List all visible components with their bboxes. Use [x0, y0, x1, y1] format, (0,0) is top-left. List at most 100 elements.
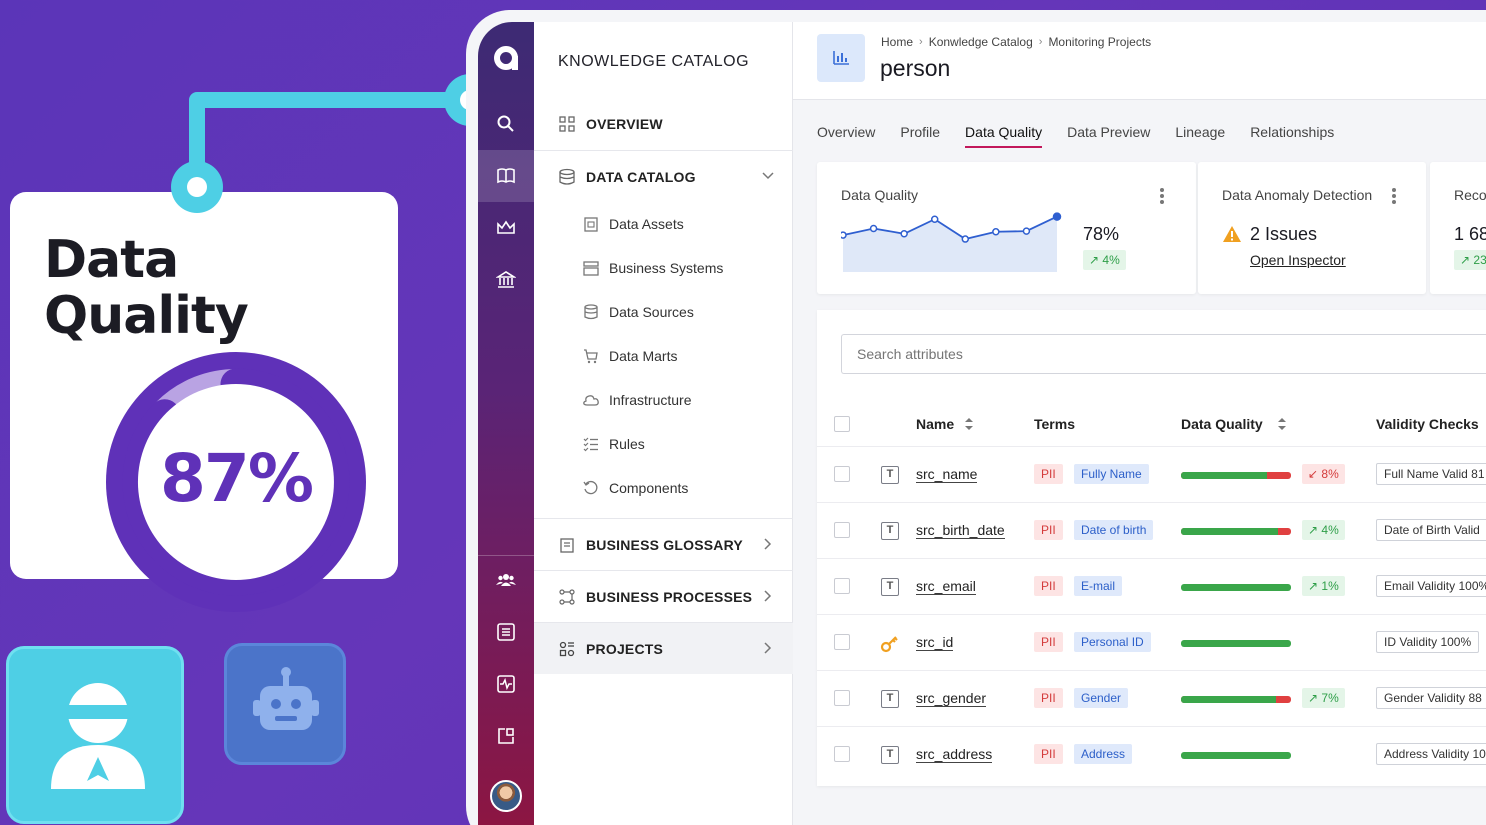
chevron-right-icon: › — [1038, 36, 1043, 48]
cloud-icon — [583, 395, 599, 406]
rail-bank[interactable] — [478, 254, 534, 306]
nav-data-catalog[interactable]: DATA CATALOG — [534, 150, 793, 202]
pii-tag[interactable]: PII — [1034, 744, 1063, 764]
table-row[interactable]: Tsrc_birth_date PII Date of birth ↗ 4% Date … — [817, 502, 1486, 558]
attribute-name-link[interactable]: src_birth_date — [916, 522, 1005, 539]
term-tag[interactable]: Gender — [1074, 688, 1129, 708]
term-tag[interactable]: E-mail — [1074, 576, 1123, 596]
avatar[interactable] — [490, 780, 522, 812]
rail-knowledge-catalog[interactable] — [478, 150, 534, 202]
select-all-checkbox[interactable] — [834, 416, 850, 432]
pii-tag[interactable]: PII — [1034, 632, 1063, 652]
nav-sub-data-sources[interactable]: Data Sources — [582, 298, 694, 326]
nav-sub-rules[interactable]: Rules — [582, 430, 645, 458]
rail-list[interactable] — [478, 606, 534, 658]
nav-business-glossary[interactable]: BUSINESS GLOSSARY — [534, 518, 793, 570]
validity-check-tag[interactable]: Date of Birth Valid — [1376, 519, 1486, 541]
nav-sub-components[interactable]: Components — [582, 474, 688, 502]
row-checkbox[interactable] — [834, 578, 850, 594]
table-row[interactable]: src_id PII Personal ID ID Validity 100% — [817, 614, 1486, 670]
data-assets-icon — [584, 217, 598, 232]
nav-sub-infrastructure[interactable]: Infrastructure — [582, 386, 691, 414]
nav-sub-label: Rules — [609, 436, 645, 452]
chevron-right-icon[interactable] — [761, 589, 775, 603]
tab-lineage[interactable]: Lineage — [1175, 124, 1225, 148]
book-icon — [497, 168, 515, 184]
card-title: Reco — [1454, 187, 1486, 203]
nav-sub-label: Infrastructure — [609, 392, 692, 408]
row-checkbox[interactable] — [834, 690, 850, 706]
validity-check-tag[interactable]: Address Validity 10 — [1376, 743, 1486, 765]
open-inspector-link[interactable]: Open Inspector — [1250, 252, 1346, 268]
tab-profile[interactable]: Profile — [900, 124, 940, 148]
rail-crown[interactable] — [478, 202, 534, 254]
attribute-name-link[interactable]: src_gender — [916, 690, 987, 707]
search-attributes-input[interactable] — [841, 334, 1486, 374]
pii-tag[interactable]: PII — [1034, 464, 1063, 484]
validity-check-tag[interactable]: Email Validity 100% — [1376, 575, 1486, 597]
sort-icon[interactable] — [964, 417, 974, 431]
chevron-right-icon[interactable] — [761, 537, 775, 551]
table-row[interactable]: Tsrc_email PII E-mail ↗ 1% Email Validity 10… — [817, 558, 1486, 614]
warning-icon — [1223, 226, 1241, 242]
pii-tag[interactable]: PII — [1034, 576, 1063, 596]
tab-overview[interactable]: Overview — [817, 124, 875, 148]
tab-data-preview[interactable]: Data Preview — [1067, 124, 1150, 148]
rail-export[interactable] — [478, 710, 534, 762]
validity-check-tag[interactable]: Full Name Valid 81 — [1376, 463, 1486, 485]
table-row[interactable]: Tsrc_name PII Fully Name ↙ 8% Full Name Vali… — [817, 446, 1486, 502]
sparkline-point — [900, 230, 908, 238]
rail-people[interactable] — [478, 554, 534, 606]
rail-search[interactable] — [478, 98, 534, 150]
nav-business-processes[interactable]: BUSINESS PROCESSES — [534, 570, 793, 622]
nav-projects-label: PROJECTS — [586, 640, 664, 657]
chevron-down-icon[interactable] — [761, 169, 775, 183]
bar-chart-icon — [833, 51, 849, 65]
row-checkbox[interactable] — [834, 746, 850, 762]
term-tag[interactable]: Address — [1074, 744, 1133, 764]
table-row[interactable]: Tsrc_gender PII Gender ↗ 7% Gender Validity … — [817, 670, 1486, 726]
row-checkbox[interactable] — [834, 522, 850, 538]
sort-icon[interactable] — [1277, 417, 1287, 431]
nav-data-catalog-label: DATA CATALOG — [586, 168, 696, 185]
breadcrumb-catalog[interactable]: Konwledge Catalog — [929, 35, 1033, 49]
table-row[interactable]: Tsrc_address PII Address Address Validity 1… — [817, 726, 1486, 782]
column-name[interactable]: Name — [916, 416, 974, 432]
export-icon — [498, 728, 514, 744]
card-title: Data Anomaly Detection — [1222, 187, 1373, 203]
rail-monitor[interactable] — [478, 658, 534, 710]
chevron-right-icon[interactable] — [761, 641, 775, 655]
validity-check-tag[interactable]: Gender Validity 88 — [1376, 687, 1486, 709]
nav-sub-data-marts[interactable]: Data Marts — [582, 342, 677, 370]
attribute-name-link[interactable]: src_id — [916, 634, 954, 651]
attribute-name-link[interactable]: src_email — [916, 578, 976, 595]
sparkline-point — [961, 235, 970, 243]
nav-projects[interactable]: PROJECTS — [534, 622, 793, 674]
nav-sub-data-assets[interactable]: Data Assets — [582, 210, 684, 238]
crown-icon — [497, 220, 515, 234]
row-checkbox[interactable] — [834, 634, 850, 650]
nav-overview[interactable]: OVERVIEW — [534, 98, 793, 150]
breadcrumb-home[interactable]: Home — [881, 35, 913, 49]
tab-data-quality[interactable]: Data Quality — [965, 124, 1043, 148]
attribute-name-link[interactable]: src_address — [916, 746, 993, 763]
ataccama-logo[interactable] — [486, 38, 526, 78]
term-tag[interactable]: Personal ID — [1074, 632, 1151, 652]
row-checkbox[interactable] — [834, 466, 850, 482]
pii-tag[interactable]: PII — [1034, 520, 1063, 540]
nav-sub-business-systems[interactable]: Business Systems — [582, 254, 723, 282]
pii-tag[interactable]: PII — [1034, 688, 1063, 708]
list-icon — [497, 623, 515, 641]
column-data-quality[interactable]: Data Quality — [1181, 416, 1287, 432]
robot-icon — [253, 667, 319, 730]
kebab-menu-icon[interactable] — [1392, 188, 1396, 204]
attribute-name-link[interactable]: src_name — [916, 466, 978, 483]
term-tag[interactable]: Fully Name — [1074, 464, 1149, 484]
kebab-menu-icon[interactable] — [1160, 188, 1164, 204]
term-tag[interactable]: Date of birth — [1074, 520, 1154, 540]
promo-title: Data Quality — [44, 230, 249, 346]
tab-relationships[interactable]: Relationships — [1250, 124, 1334, 148]
validity-check-tag[interactable]: ID Validity 100% — [1376, 631, 1480, 653]
breadcrumb-projects[interactable]: Monitoring Projects — [1048, 35, 1151, 49]
quality-bar — [1181, 752, 1291, 759]
